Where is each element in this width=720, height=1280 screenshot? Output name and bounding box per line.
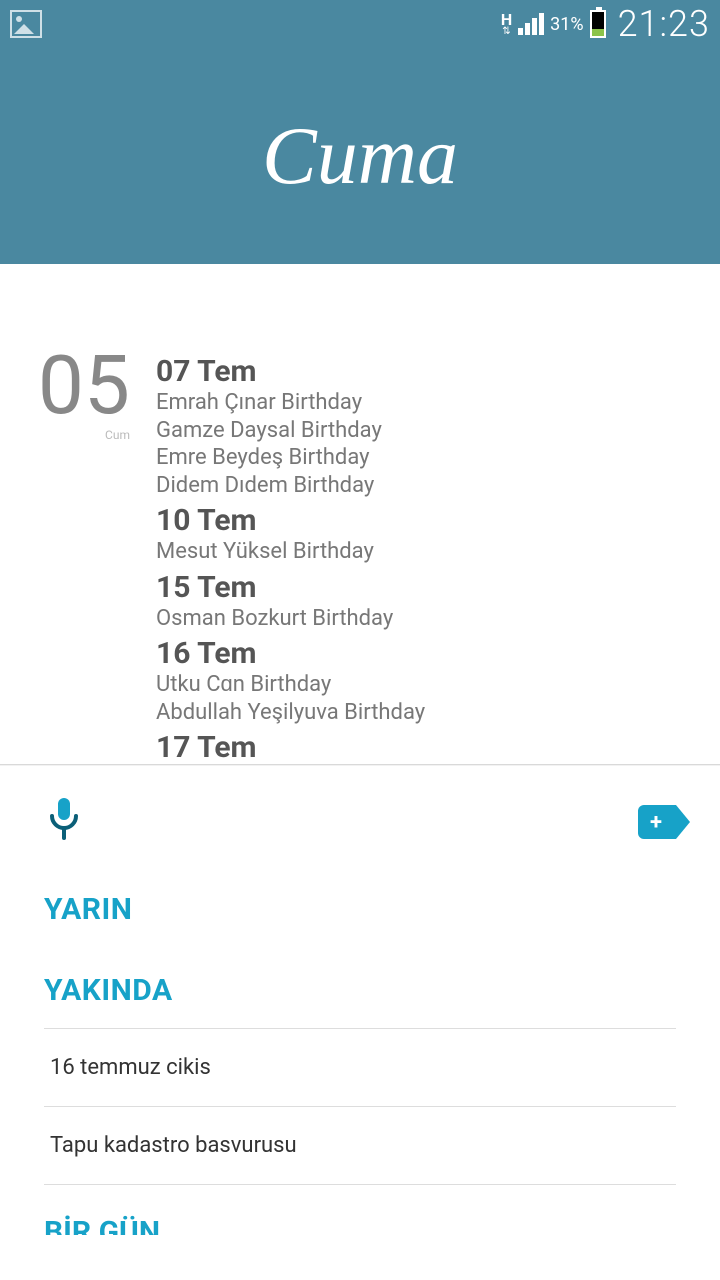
date-label: 17 Tem	[156, 730, 690, 764]
event-item: Didem Dıdem Birthday	[156, 472, 690, 500]
date-group[interactable]: 10 Tem Mesut Yüksel Birthday	[156, 503, 690, 566]
event-item: Gamze Daysal Birthday	[156, 417, 690, 445]
date-label: 07 Tem	[156, 354, 690, 389]
event-item: Emrah Çınar Birthday	[156, 389, 690, 417]
battery-percent: 31%	[550, 14, 583, 35]
tasks-panel[interactable]: + YARIN YAKINDA 16 temmuz cikis Tapu kad…	[0, 766, 720, 1235]
task-item[interactable]: Tapu kadastro basvurusu	[44, 1107, 676, 1185]
section-soon[interactable]: YAKINDA	[44, 973, 676, 1008]
event-item: Utku Cɑn Birthday	[156, 671, 690, 699]
battery-icon	[590, 10, 606, 38]
date-group[interactable]: 17 Tem Vahide Soğukkuyu Birthday Mahmut …	[156, 730, 690, 764]
network-type-icon: H ⇅	[501, 12, 512, 37]
status-bar: H ⇅ 31% 21:23	[0, 0, 720, 48]
section-tomorrow[interactable]: YARIN	[44, 892, 676, 927]
today-day-number: 05	[30, 354, 130, 420]
gallery-icon	[10, 10, 42, 38]
calendar-panel[interactable]: 05 Cum 07 Tem Emrah Çınar Birthday Gamze…	[0, 264, 720, 764]
task-item[interactable]: 16 temmuz cikis	[44, 1029, 676, 1107]
section-someday[interactable]: BİR GÜN	[44, 1215, 676, 1235]
day-name: Cuma	[262, 109, 458, 203]
date-group[interactable]: 07 Tem Emrah Çınar Birthday Gamze Daysal…	[156, 354, 690, 499]
event-item: Mesut Yüksel Birthday	[156, 538, 690, 566]
date-group[interactable]: 15 Tem Osman Bozkurt Birthday	[156, 570, 690, 633]
upcoming-events[interactable]: 07 Tem Emrah Çınar Birthday Gamze Daysal…	[156, 354, 690, 764]
date-label: 16 Tem	[156, 636, 690, 671]
microphone-icon[interactable]	[44, 796, 84, 848]
date-label: 15 Tem	[156, 570, 690, 605]
header: Cuma	[0, 48, 720, 264]
date-label: 10 Tem	[156, 503, 690, 538]
add-button[interactable]: +	[638, 805, 676, 839]
event-item: Abdullah Yeşilyuva Birthday	[156, 699, 690, 727]
date-group[interactable]: 16 Tem Utku Cɑn Birthday Abdullah Yeşily…	[156, 636, 690, 726]
plus-icon: +	[650, 810, 662, 835]
status-clock: 21:23	[618, 3, 710, 45]
today-date: 05 Cum	[30, 354, 130, 764]
event-item: Emre Beydeş Birthday	[156, 444, 690, 472]
event-item: Osman Bozkurt Birthday	[156, 605, 690, 633]
signal-icon	[518, 13, 544, 35]
